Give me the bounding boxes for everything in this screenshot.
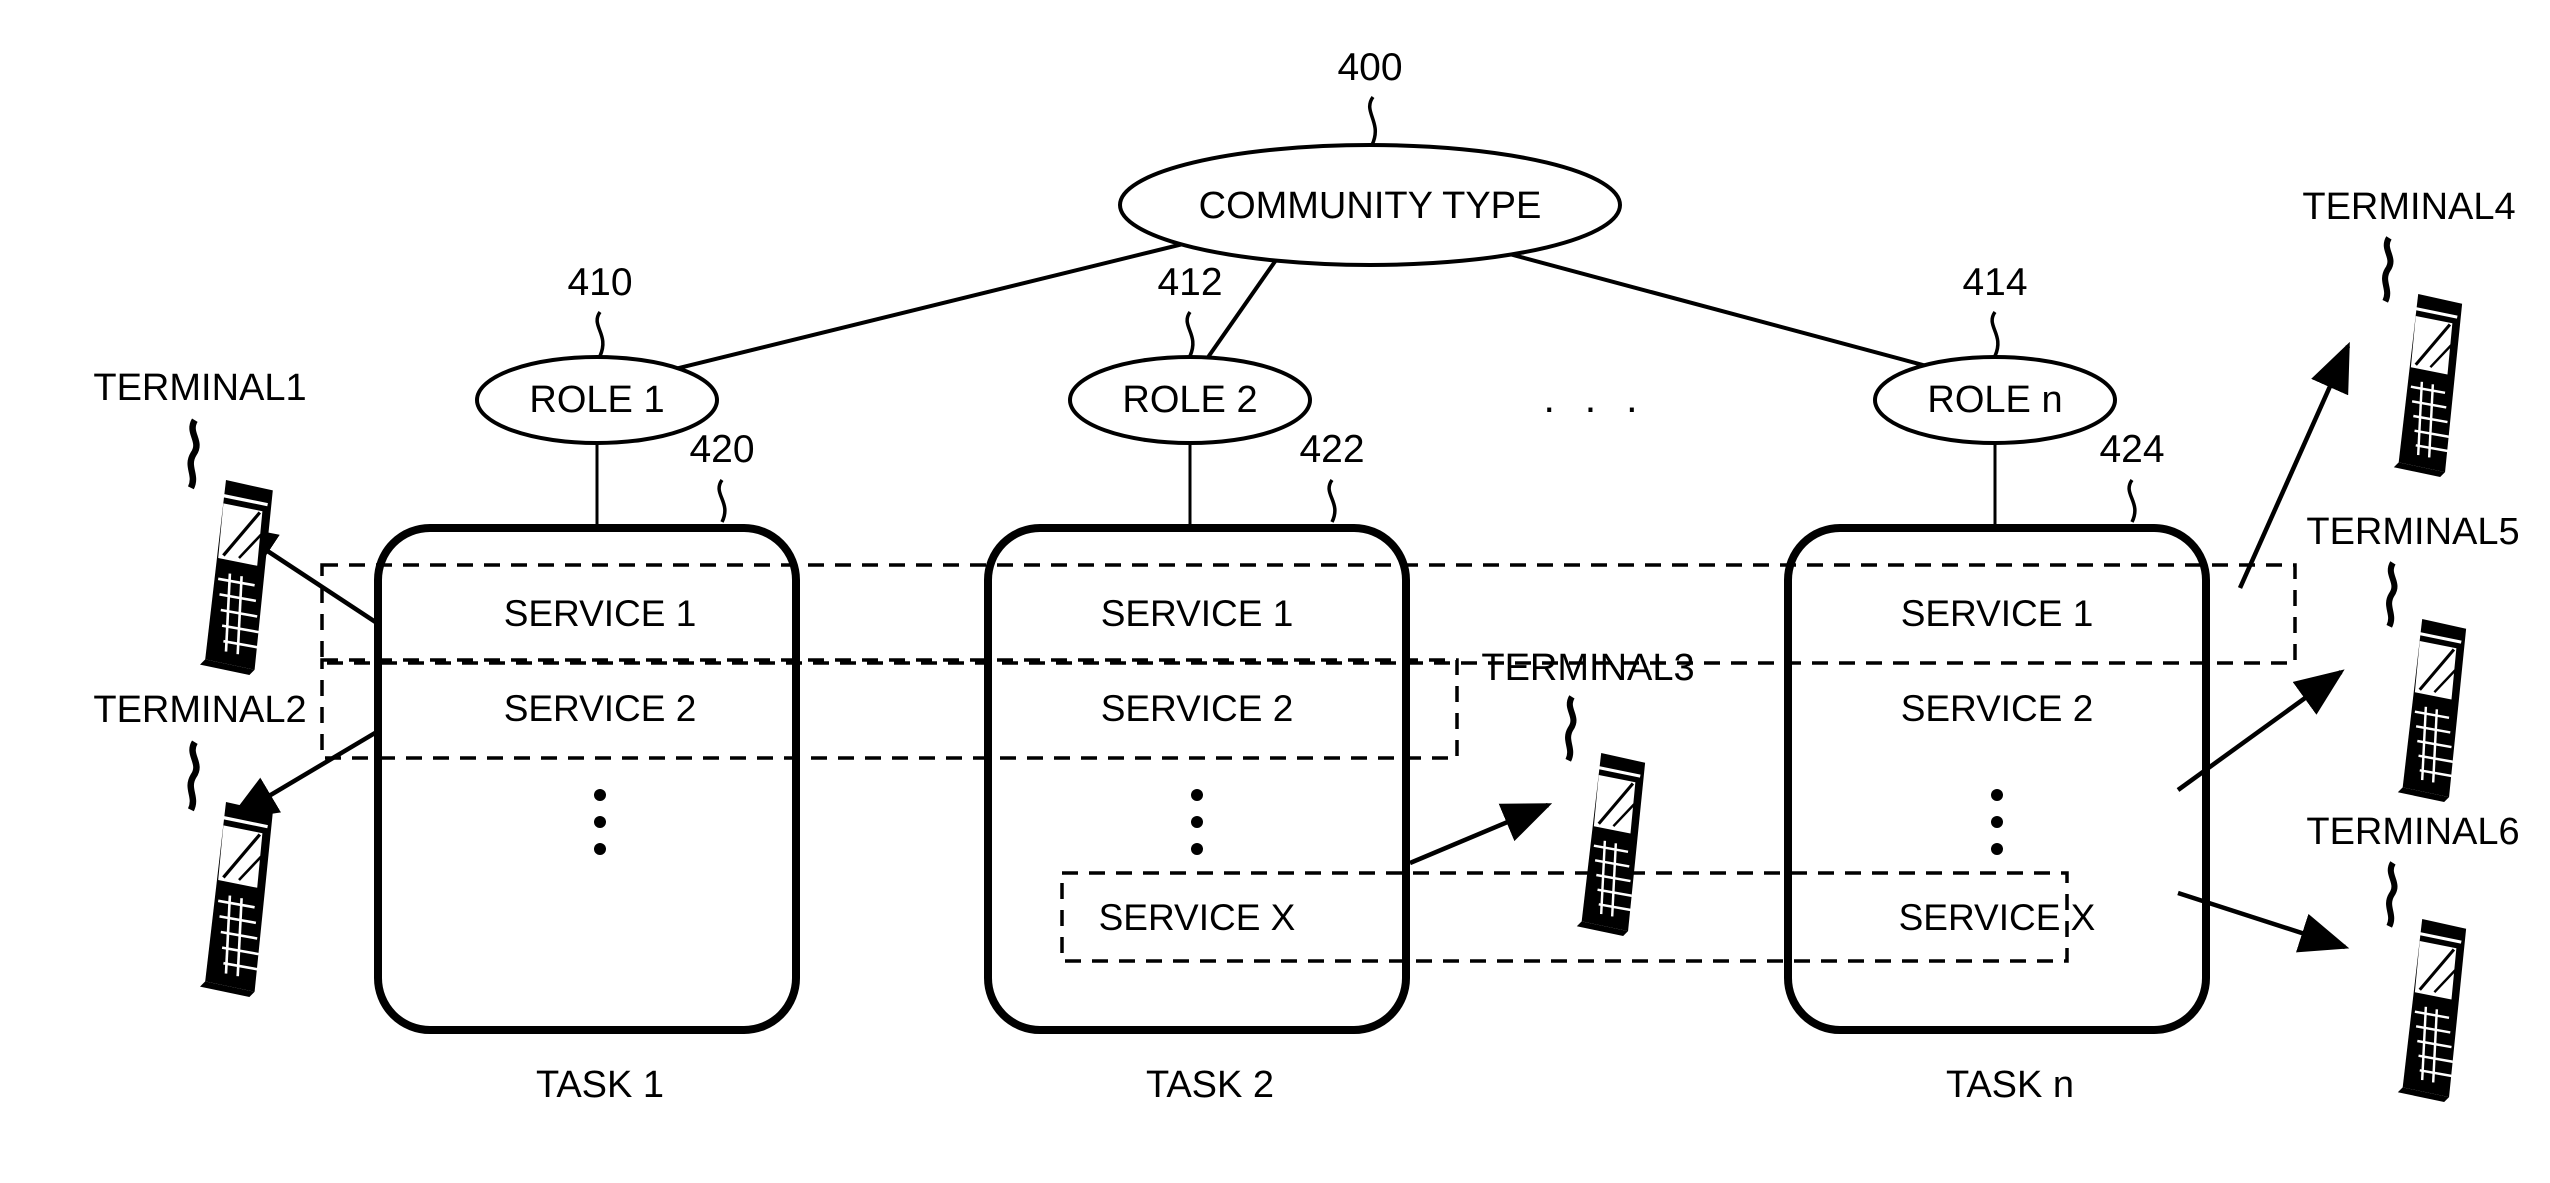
task-n-service-2-label: SERVICE 2 xyxy=(1901,688,2094,729)
task-1-vertical-ellipsis xyxy=(594,789,606,855)
ref-number-410: 410 xyxy=(567,261,632,304)
terminal-6-group[interactable]: TERMINAL6 xyxy=(2306,811,2520,1102)
terminal-1-group[interactable]: TERMINAL1 xyxy=(93,367,307,675)
task-n-vertical-ellipsis xyxy=(1991,789,2003,855)
terminal-3-label: TERMINAL3 xyxy=(1481,647,1694,689)
ref-414-group: 414 xyxy=(1962,261,2028,357)
phone-icon xyxy=(191,420,273,675)
ref-400-group: 400 xyxy=(1337,46,1403,146)
ref-number-424: 424 xyxy=(2099,428,2164,471)
terminal-1-label: TERMINAL1 xyxy=(93,367,306,409)
task-n-service-1-label: SERVICE 1 xyxy=(1901,593,2094,634)
arrow-to-terminal-3 xyxy=(1409,802,1553,866)
terminal-5-label: TERMINAL5 xyxy=(2306,511,2519,553)
phone-icon xyxy=(2385,238,2462,477)
ref-number-422: 422 xyxy=(1299,428,1364,471)
ref-number-414: 414 xyxy=(1962,261,2027,304)
terminal-3-group[interactable]: TERMINAL3 xyxy=(1481,647,1695,936)
ref-412-group: 412 xyxy=(1157,261,1223,357)
patent-figure: COMMUNITY TYPE 400 ROLE 1 410 ROLE 2 412 xyxy=(93,46,2520,1106)
task-2-label: TASK 2 xyxy=(1146,1064,1274,1106)
role-n-node[interactable]: ROLE n xyxy=(1873,355,2117,445)
role-2-node[interactable]: ROLE 2 xyxy=(1068,355,1312,445)
task-2-service-2-label: SERVICE 2 xyxy=(1101,688,1294,729)
ref-number-400: 400 xyxy=(1337,46,1402,89)
phone-icon xyxy=(2389,563,2466,802)
phone-icon xyxy=(1568,697,1645,936)
role-1-node[interactable]: ROLE 1 xyxy=(475,355,719,445)
community-type-label: COMMUNITY TYPE xyxy=(1199,185,1542,227)
phone-icon xyxy=(191,742,273,997)
task-2-service-1-label: SERVICE 1 xyxy=(1101,593,1294,634)
terminal-4-label: TERMINAL4 xyxy=(2302,186,2515,228)
terminal-5-group[interactable]: TERMINAL5 xyxy=(2306,511,2520,802)
role-2-label: ROLE 2 xyxy=(1122,379,1257,421)
task-1-service-2-label: SERVICE 2 xyxy=(504,688,697,729)
ref-422-group: 422 xyxy=(1299,428,1365,523)
role-n-label: ROLE n xyxy=(1927,379,2062,421)
role-ellipsis: . . . xyxy=(1543,374,1646,421)
community-type-node[interactable]: COMMUNITY TYPE xyxy=(1118,143,1622,267)
ref-424-group: 424 xyxy=(2099,428,2165,523)
ref-420-group: 420 xyxy=(689,428,755,523)
phone-icon xyxy=(2389,863,2466,1102)
role-1-label: ROLE 1 xyxy=(529,379,664,421)
ref-number-412: 412 xyxy=(1157,261,1222,304)
task-n-label: TASK n xyxy=(1946,1064,2074,1106)
terminal-2-label: TERMINAL2 xyxy=(93,689,306,731)
figure-canvas: COMMUNITY TYPE 400 ROLE 1 410 ROLE 2 412 xyxy=(0,0,2550,1183)
task-1-service-1-label: SERVICE 1 xyxy=(504,593,697,634)
ref-410-group: 410 xyxy=(567,261,633,357)
ref-number-420: 420 xyxy=(689,428,754,471)
task-2-service-x-label: SERVICE X xyxy=(1099,897,1296,938)
task-1-label: TASK 1 xyxy=(536,1064,664,1106)
task-2-vertical-ellipsis xyxy=(1191,789,1203,855)
terminal-6-label: TERMINAL6 xyxy=(2306,811,2519,853)
terminal-2-group[interactable]: TERMINAL2 xyxy=(93,689,307,997)
task-n-service-x-label: SERVICE X xyxy=(1899,897,2096,938)
terminal-4-group[interactable]: TERMINAL4 xyxy=(2302,186,2516,477)
arrow-to-terminal-2 xyxy=(228,728,382,821)
